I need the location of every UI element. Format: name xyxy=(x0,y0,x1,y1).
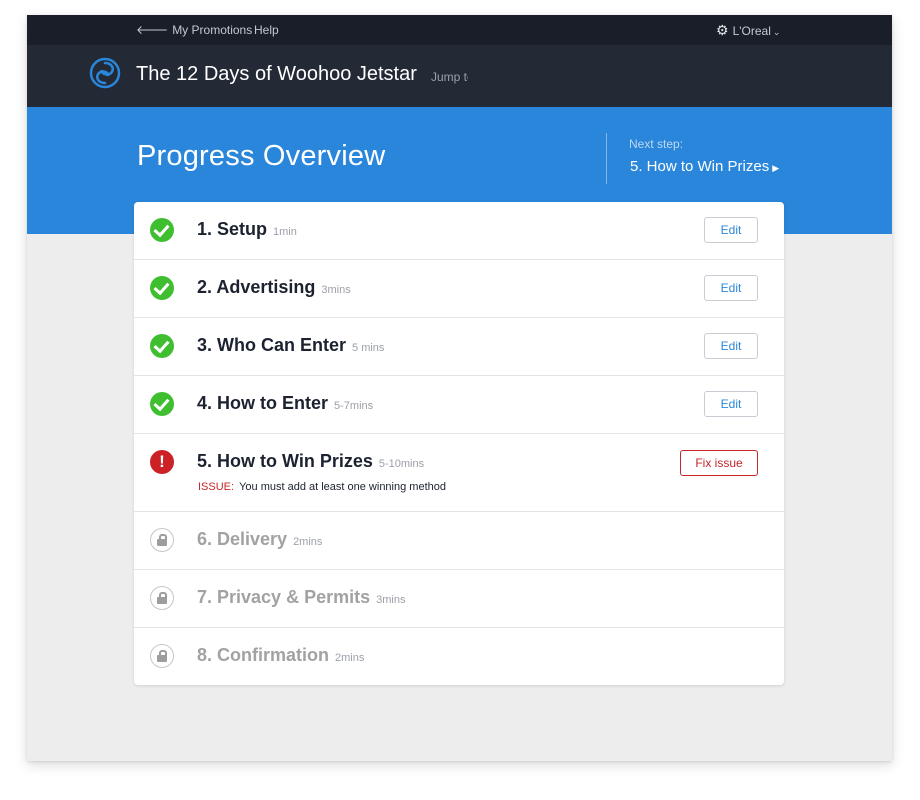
step-title: 1. Setup 1min xyxy=(197,219,297,240)
help-link[interactable]: Help xyxy=(254,15,279,45)
checkmark-circle-icon xyxy=(150,218,174,242)
step-row-advertising: 2. Advertising 3mins Edit xyxy=(134,260,784,318)
next-step-label: Next step: xyxy=(629,137,684,151)
checkmark-circle-icon xyxy=(150,392,174,416)
step-duration: 5-10mins xyxy=(378,458,425,470)
step-title: 2. Advertising 3mins xyxy=(197,277,351,298)
fix-issue-button[interactable]: Fix issue xyxy=(680,450,758,476)
step-name: 3. Who Can Enter xyxy=(197,335,347,355)
lock-circle-icon xyxy=(150,644,174,668)
edit-who-can-enter-button[interactable]: Edit xyxy=(704,333,758,359)
next-step-link[interactable]: 5. How to Win Prizes ▶ xyxy=(630,158,779,175)
gear-icon: ⚙ xyxy=(716,22,729,38)
jump-to-menu[interactable]: Jump to xyxy=(431,70,468,84)
issue-text: You must add at least one winning method xyxy=(239,481,446,493)
checkmark-circle-icon xyxy=(150,334,174,358)
step-duration: 1min xyxy=(273,226,297,238)
step-title: 7. Privacy & Permits 3mins xyxy=(197,587,405,608)
step-name: 7. Privacy & Permits xyxy=(197,587,371,607)
promotion-title: The 12 Days of Woohoo Jetstar xyxy=(136,63,417,85)
step-duration: 2mins xyxy=(335,652,365,664)
step-name: 4. How to Enter xyxy=(197,393,329,413)
lock-body xyxy=(157,539,167,546)
step-duration: 3mins xyxy=(321,284,351,296)
step-row-how-to-enter: 4. How to Enter 5-7mins Edit xyxy=(134,376,784,434)
step-row-confirmation: 8. Confirmation 2mins xyxy=(134,628,784,685)
step-duration: 5-7mins xyxy=(334,400,374,412)
lock-body xyxy=(157,655,167,662)
top-navigation-bar: 🡐 My Promotions Help ⚙ L'Oreal ⌄ xyxy=(27,15,892,45)
my-promotions-label: My Promotions xyxy=(172,23,253,37)
step-title: 3. Who Can Enter 5 mins xyxy=(197,335,384,356)
issue-message: ISSUE: You must add at least one winning … xyxy=(198,481,446,493)
steps-list: 1. Setup 1min Edit 2. Advertising 3mins Ed… xyxy=(134,202,784,685)
lock-circle-icon xyxy=(150,528,174,552)
swirl-logo-icon[interactable] xyxy=(89,57,121,89)
caret-right-icon: ▶ xyxy=(772,163,780,173)
step-name: 8. Confirmation xyxy=(197,645,330,665)
step-title: 6. Delivery 2mins xyxy=(197,529,322,550)
step-title: 5. How to Win Prizes 5-10mins xyxy=(197,451,424,472)
edit-how-to-enter-button[interactable]: Edit xyxy=(704,391,758,417)
lock-circle-icon xyxy=(150,586,174,610)
my-promotions-link[interactable]: 🡐 My Promotions xyxy=(136,15,252,45)
step-duration: 3mins xyxy=(376,594,406,606)
step-name: 2. Advertising xyxy=(197,277,316,297)
app-window: 🡐 My Promotions Help ⚙ L'Oreal ⌄ The 12 Day… xyxy=(27,15,892,761)
page-title: Progress Overview xyxy=(137,140,386,172)
next-step-link-label: 5. How to Win Prizes xyxy=(630,158,770,175)
account-menu[interactable]: ⚙ L'Oreal ⌄ xyxy=(716,15,780,45)
step-row-how-to-win-prizes: ! 5. How to Win Prizes 5-10mins ISSUE: You… xyxy=(134,434,784,512)
exclamation-circle-icon: ! xyxy=(150,450,174,474)
checkmark-circle-icon xyxy=(150,276,174,300)
step-title: 4. How to Enter 5-7mins xyxy=(197,393,373,414)
step-name: 6. Delivery xyxy=(197,529,288,549)
lock-body xyxy=(157,597,167,604)
account-name: L'Oreal xyxy=(732,24,771,38)
promotion-header: The 12 Days of Woohoo Jetstar Jump to xyxy=(27,45,892,107)
step-row-delivery: 6. Delivery 2mins xyxy=(134,512,784,570)
step-row-who-can-enter: 3. Who Can Enter 5 mins Edit xyxy=(134,318,784,376)
step-name: 1. Setup xyxy=(197,219,268,239)
edit-setup-button[interactable]: Edit xyxy=(704,217,758,243)
hero-divider xyxy=(606,133,607,184)
issue-label: ISSUE: xyxy=(198,481,235,493)
step-name: 5. How to Win Prizes xyxy=(197,451,373,471)
edit-advertising-button[interactable]: Edit xyxy=(704,275,758,301)
step-row-setup: 1. Setup 1min Edit xyxy=(134,202,784,260)
step-title: 8. Confirmation 2mins xyxy=(197,645,364,666)
chevron-down-icon: ⌄ xyxy=(772,27,781,37)
step-duration: 2mins xyxy=(293,536,323,548)
step-duration: 5 mins xyxy=(352,342,385,354)
step-row-privacy-permits: 7. Privacy & Permits 3mins xyxy=(134,570,784,628)
back-arrow-icon: 🡐 xyxy=(136,23,169,37)
